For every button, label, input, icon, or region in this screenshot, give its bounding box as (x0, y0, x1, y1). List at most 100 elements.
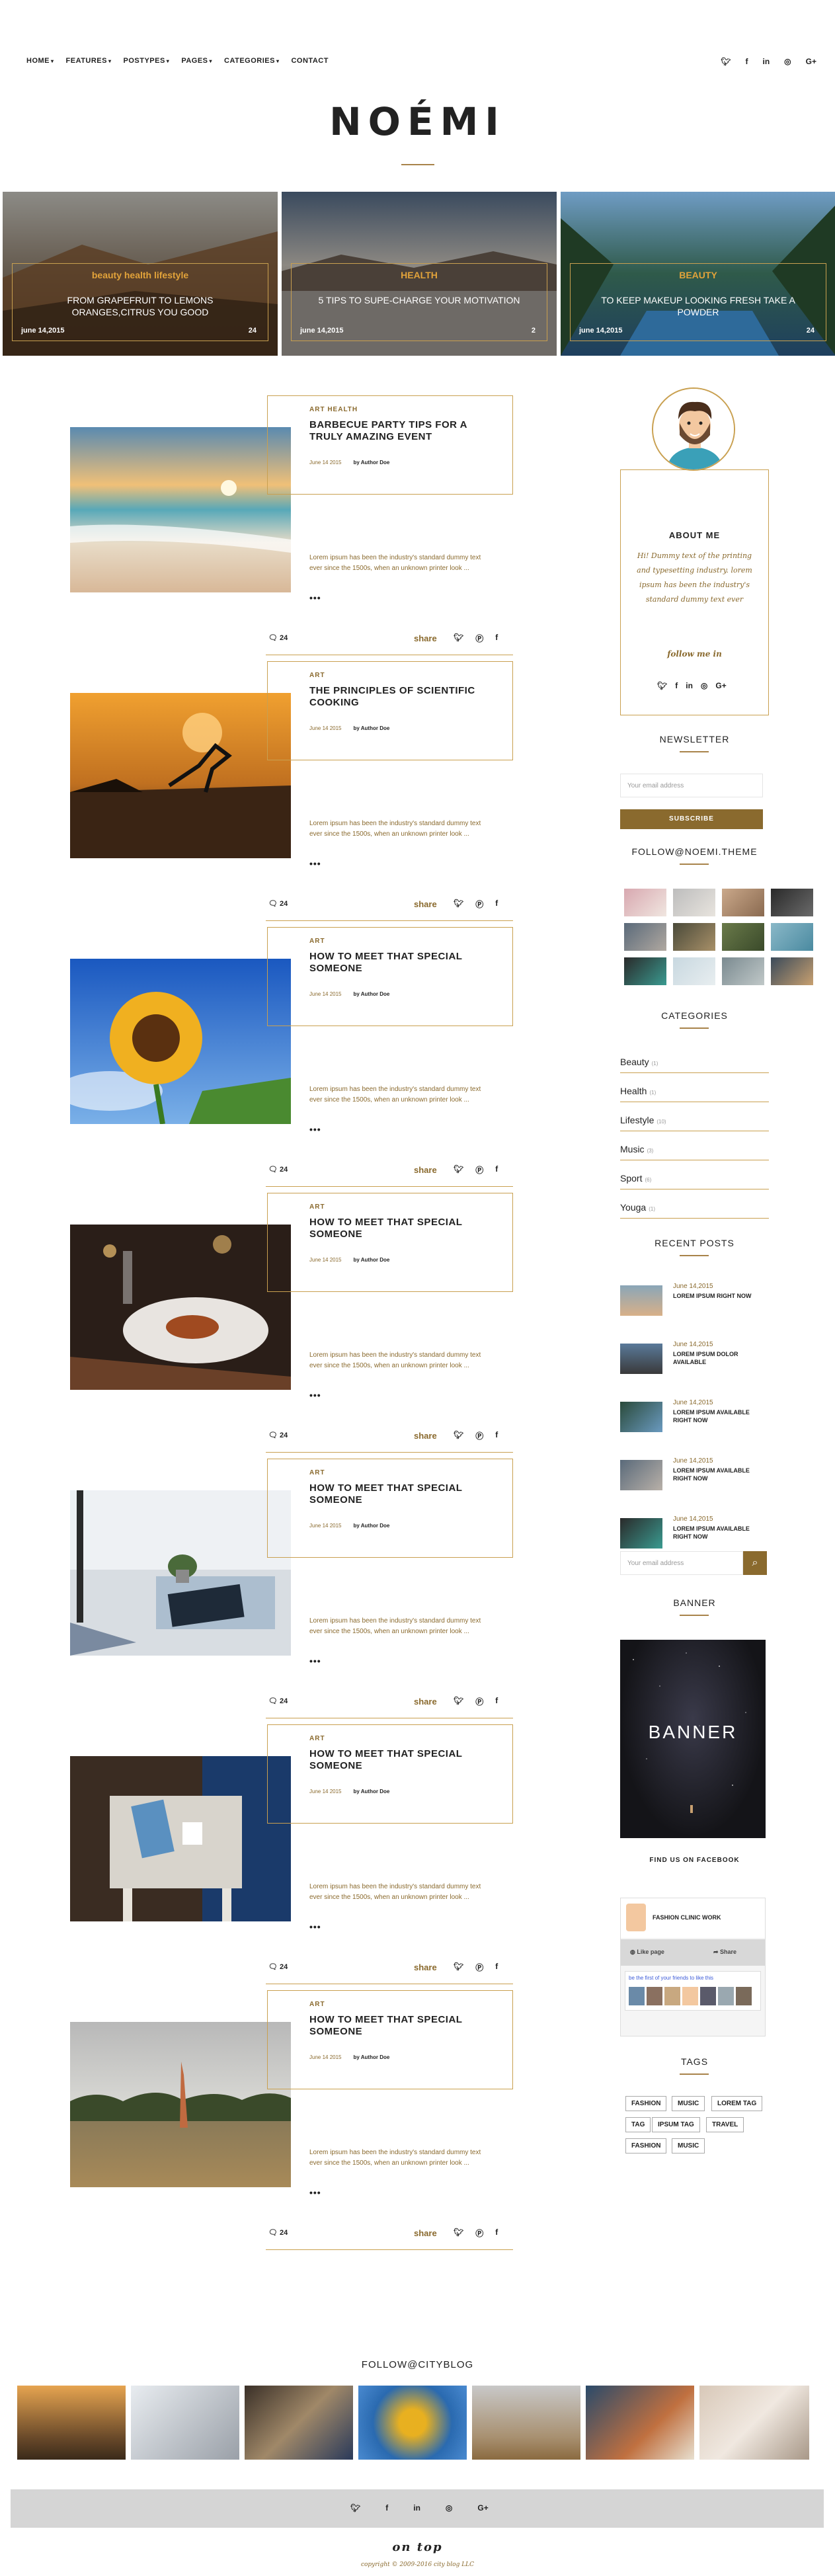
recent-post[interactable]: June 14,2015 LOREM IPSUM RIGHT NOW (620, 1280, 769, 1320)
linkedin-icon[interactable]: in (686, 681, 693, 690)
twitter-icon[interactable]: 🐦︎ (721, 57, 731, 66)
footer-photo[interactable] (699, 2386, 809, 2460)
recent-post[interactable]: June 14,2015 LOREM IPSUM AVAILABLE RIGHT … (620, 1513, 769, 1552)
recent-title[interactable]: LOREM IPSUM DOLOR AVAILABLE (673, 1350, 769, 1366)
facebook-icon[interactable]: f (385, 2503, 388, 2513)
hero-category[interactable]: BEAUTY (561, 270, 835, 280)
footer-photo[interactable] (358, 2386, 467, 2460)
recent-post[interactable]: June 14,2015 LOREM IPSUM DOLOR AVAILABLE (620, 1338, 769, 1378)
post-comments[interactable]: 🗨︎ 24 (268, 1697, 288, 1705)
footer-photo[interactable] (17, 2386, 126, 2460)
google-plus-icon[interactable]: G+ (477, 2503, 488, 2513)
sidebar-email-input[interactable]: Your email address (620, 1551, 743, 1575)
category-item[interactable]: Lifestyle (10) (620, 1115, 769, 1131)
category-item[interactable]: Youga (1) (620, 1202, 769, 1219)
pinterest-icon[interactable]: Ⓟ (475, 1696, 483, 1707)
nav-features[interactable]: FEATURES ▾ (66, 57, 112, 65)
instagram-thumb[interactable] (771, 923, 813, 951)
post-comments[interactable]: 🗨︎ 24 (268, 1962, 288, 1971)
site-logo[interactable]: NOÉMI (0, 99, 835, 144)
post-title[interactable]: HOW TO MEET THAT SPECIAL SOMEONE (309, 1748, 481, 1772)
nav-pages[interactable]: PAGES ▾ (181, 57, 212, 65)
facebook-icon[interactable]: f (495, 2228, 498, 2239)
facebook-like-button[interactable]: ◍ Like page (630, 1949, 664, 1956)
post-comments[interactable]: 🗨︎ 24 (268, 899, 288, 908)
tag-chip[interactable]: MUSIC (672, 2096, 705, 2111)
hero-title[interactable]: 5 TIPS TO SUPE-CHARGE YOUR MOTIVATION (308, 294, 530, 306)
instagram-thumb[interactable] (624, 923, 666, 951)
recent-title[interactable]: LOREM IPSUM AVAILABLE RIGHT NOW (673, 1525, 769, 1541)
subscribe-button[interactable]: SUBSCRIBE (620, 809, 763, 829)
facebook-icon[interactable]: f (495, 1962, 498, 1973)
instagram-thumb[interactable] (722, 923, 764, 951)
footer-photo[interactable] (131, 2386, 239, 2460)
post-image[interactable] (70, 1756, 291, 1921)
instagram-icon[interactable]: ◎ (784, 57, 791, 66)
instagram-thumb[interactable] (722, 889, 764, 916)
post-title[interactable]: THE PRINCIPLES OF SCIENTIFIC COOKING (309, 685, 481, 709)
tag-chip[interactable]: TRAVEL (706, 2117, 744, 2132)
footer-photo[interactable] (472, 2386, 580, 2460)
recent-post[interactable]: June 14,2015 LOREM IPSUM AVAILABLE RIGHT … (620, 1455, 769, 1494)
read-more-dots[interactable]: ••• (309, 1390, 321, 1400)
footer-photo[interactable] (245, 2386, 353, 2460)
tag-chip[interactable]: LOREM TAG (711, 2096, 763, 2111)
post-categories[interactable]: ART (309, 672, 325, 679)
pinterest-icon[interactable]: Ⓟ (475, 2228, 483, 2239)
twitter-icon[interactable]: 🐦︎ (454, 899, 463, 910)
hero-card[interactable]: HEALTH 5 TIPS TO SUPE-CHARGE YOUR MOTIVA… (282, 192, 557, 356)
on-top-link[interactable]: on top (0, 2540, 835, 2554)
google-plus-icon[interactable]: G+ (806, 57, 816, 66)
instagram-thumb[interactable] (624, 957, 666, 985)
tag-chip[interactable]: IPSUM TAG (652, 2117, 700, 2132)
read-more-dots[interactable]: ••• (309, 592, 321, 603)
facebook-icon[interactable]: f (495, 899, 498, 910)
linkedin-icon[interactable]: in (413, 2503, 420, 2513)
twitter-icon[interactable]: 🐦︎ (454, 1164, 463, 1176)
pinterest-icon[interactable]: Ⓟ (475, 1164, 483, 1176)
recent-title[interactable]: LOREM IPSUM RIGHT NOW (673, 1292, 769, 1300)
recent-post[interactable]: June 14,2015 LOREM IPSUM AVAILABLE RIGHT … (620, 1396, 769, 1436)
recent-title[interactable]: LOREM IPSUM AVAILABLE RIGHT NOW (673, 1408, 769, 1424)
follow-me-link[interactable]: follow me in (620, 649, 769, 659)
facebook-icon[interactable]: f (495, 1164, 498, 1176)
hero-card[interactable]: beauty health lifestyle FROM GRAPEFRUIT … (3, 192, 278, 356)
post-image[interactable] (70, 693, 291, 858)
category-item[interactable]: Sport (6) (620, 1173, 769, 1189)
facebook-icon[interactable]: f (495, 633, 498, 644)
hero-title[interactable]: TO KEEP MAKEUP LOOKING FRESH TAKE A POWD… (587, 294, 809, 318)
nav-categories[interactable]: CATEGORIES ▾ (224, 57, 279, 65)
read-more-dots[interactable]: ••• (309, 1921, 321, 1932)
post-author[interactable]: by Author Doe (354, 460, 390, 465)
tag-chip[interactable]: MUSIC (672, 2138, 705, 2153)
instagram-icon[interactable]: ◎ (446, 2503, 452, 2513)
nav-contact[interactable]: CONTACT (291, 57, 328, 65)
facebook-icon[interactable]: f (675, 681, 678, 690)
category-item[interactable]: Health (1) (620, 1086, 769, 1102)
hero-category[interactable]: HEALTH (282, 270, 557, 280)
twitter-icon[interactable]: 🐦︎ (454, 2228, 463, 2239)
facebook-icon[interactable]: f (495, 1696, 498, 1707)
post-author[interactable]: by Author Doe (354, 1257, 390, 1263)
post-title[interactable]: HOW TO MEET THAT SPECIAL SOMEONE (309, 1217, 481, 1240)
pinterest-icon[interactable]: Ⓟ (475, 1962, 483, 1973)
post-categories[interactable]: ART (309, 1735, 325, 1742)
post-comments[interactable]: 🗨︎ 24 (268, 2228, 288, 2237)
facebook-icon[interactable]: f (746, 57, 748, 66)
post-title[interactable]: HOW TO MEET THAT SPECIAL SOMEONE (309, 951, 481, 975)
twitter-icon[interactable]: 🐦︎ (350, 2503, 360, 2513)
twitter-icon[interactable]: 🐦︎ (657, 681, 667, 690)
post-image[interactable] (70, 1225, 291, 1390)
category-item[interactable]: Beauty (1) (620, 1057, 769, 1073)
facebook-page-name[interactable]: FASHION CLINIC WORK (653, 1914, 721, 1921)
instagram-thumb[interactable] (771, 889, 813, 916)
post-title[interactable]: BARBECUE PARTY TIPS FOR A TRULY AMAZING … (309, 419, 481, 443)
instagram-thumb[interactable] (722, 957, 764, 985)
facebook-share-button[interactable]: ➦ Share (713, 1949, 736, 1956)
hero-title[interactable]: FROM GRAPEFRUIT TO LEMONS ORANGES,CITRUS… (29, 294, 251, 318)
post-image[interactable] (70, 2022, 291, 2187)
post-image[interactable] (70, 427, 291, 592)
post-image[interactable] (70, 1490, 291, 1656)
instagram-thumb[interactable] (624, 889, 666, 916)
post-categories[interactable]: ART HEALTH (309, 406, 358, 413)
